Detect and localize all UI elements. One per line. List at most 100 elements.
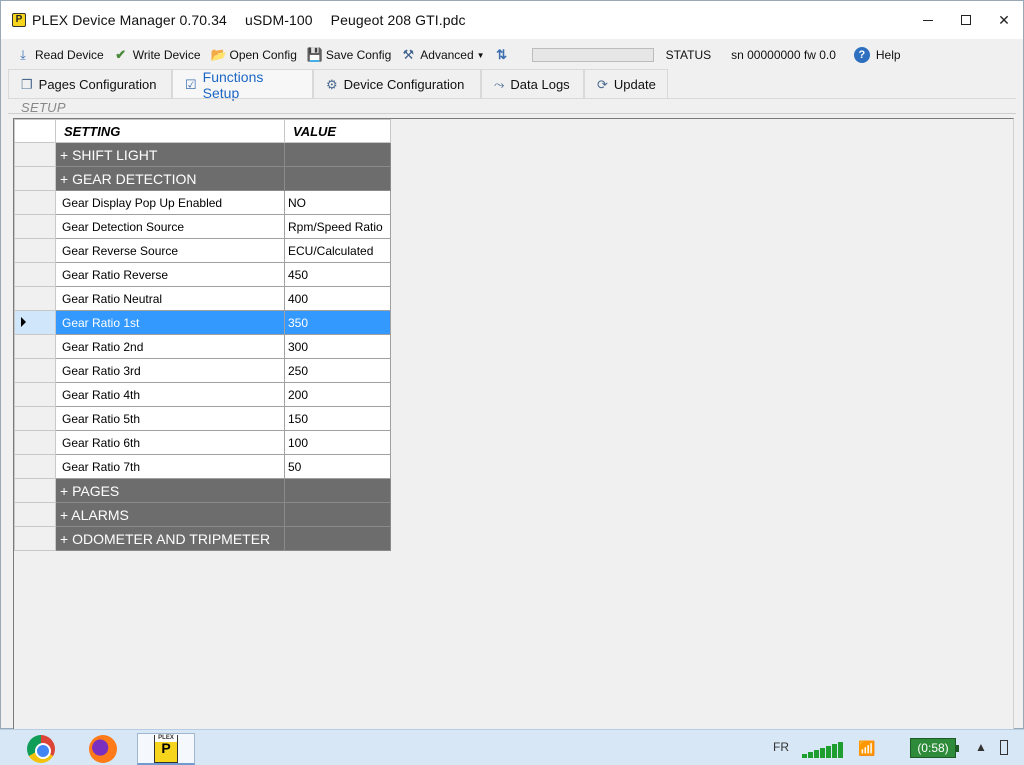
maximize-button[interactable] [947,1,985,39]
progress-bar [531,48,654,62]
row-header-cell[interactable] [14,430,56,455]
row-header-cell[interactable] [14,190,56,215]
group-expand-cell[interactable]: + ALARMS [55,502,285,527]
grid-group-row[interactable]: + SHIFT LIGHT [14,142,391,167]
setting-name-cell[interactable]: Gear Ratio 2nd [55,334,285,359]
setting-value-cell[interactable]: 200 [284,382,391,407]
setting-name-cell[interactable]: Gear Display Pop Up Enabled [55,190,285,215]
row-header-cell[interactable] [14,166,56,191]
grid-data-row[interactable]: Gear Ratio 3rd 250 [14,358,391,383]
setting-name-cell[interactable]: Gear Ratio 5th [55,406,285,431]
grid-group-row[interactable]: + ODOMETER AND TRIPMETER [14,526,391,551]
grid-data-row[interactable]: Gear Ratio Neutral 400 [14,286,391,311]
row-header-cell[interactable] [14,358,56,383]
column-header-value[interactable]: VALUE [284,119,391,143]
title-app-name: PLEX Device Manager 0.70.34 [32,12,227,28]
row-header-cell[interactable] [14,478,56,503]
mobile-signal-icon[interactable] [802,742,843,758]
row-header-cell[interactable] [14,310,56,335]
minimize-button[interactable] [909,1,947,39]
setting-value-cell[interactable]: 450 [284,262,391,287]
setting-name-cell[interactable]: Gear Reverse Source [55,238,285,263]
grid-group-row[interactable]: + PAGES [14,478,391,503]
row-header-cell[interactable] [14,238,56,263]
row-header-cell[interactable] [14,526,56,551]
download-icon: ⤓ [20,47,26,62]
plex-icon: PLEX P [154,734,178,763]
battery-icon[interactable] [1000,740,1008,755]
tab-update[interactable]: ⟳ Update [584,69,668,99]
setting-value-cell[interactable]: 100 [284,430,391,455]
help-button[interactable]: ? Help [853,47,901,63]
grid-data-row[interactable]: Gear Ratio 2nd 300 [14,334,391,359]
chrome-icon [27,735,55,763]
group-expand-cell[interactable]: + GEAR DETECTION [55,166,285,191]
setting-name-cell[interactable]: Gear Detection Source [55,214,285,239]
setting-name-cell[interactable]: Gear Ratio 4th [55,382,285,407]
grid-data-row[interactable]: Gear Ratio 6th 100 [14,430,391,455]
row-header-cell[interactable] [14,406,56,431]
write-device-button[interactable]: ✔ Write Device [114,47,200,63]
read-device-button[interactable]: ⤓ Read Device [16,47,104,63]
close-button[interactable]: ✕ [985,1,1023,39]
row-header-cell[interactable] [14,502,56,527]
show-hidden-icons-icon[interactable]: ▲ [975,740,987,754]
window-title: PLEX Device Manager 0.70.34 uSDM-100 Peu… [32,12,480,28]
row-header-cell[interactable] [14,334,56,359]
wireless-icon[interactable]: 📶 [858,740,875,757]
row-header-cell[interactable] [14,454,56,479]
setting-value-cell[interactable]: 150 [284,406,391,431]
setting-name-cell[interactable]: Gear Ratio Neutral [55,286,285,311]
tab-device-configuration[interactable]: ⚙ Device Configuration [313,69,481,99]
save-config-button[interactable]: 💾 Save Config [307,47,391,63]
row-header-cell[interactable] [14,214,56,239]
group-value-cell [284,166,391,191]
row-header-cell[interactable] [14,262,56,287]
title-device: uSDM-100 [244,12,313,28]
row-header-cell[interactable] [14,142,56,167]
setting-value-cell[interactable]: 50 [284,454,391,479]
setting-value-cell[interactable]: ECU/Calculated [284,238,391,263]
grid-group-row[interactable]: + ALARMS [14,502,391,527]
grid-data-row[interactable]: Gear Display Pop Up Enabled NO [14,190,391,215]
tab-functions-setup[interactable]: ☑ Functions Setup [172,69,313,101]
advanced-menu-button[interactable]: ⚒ Advanced ▼ [401,47,484,63]
setting-name-cell[interactable]: Gear Ratio Reverse [55,262,285,287]
grid-data-row[interactable]: Gear Ratio Reverse 450 [14,262,391,287]
grid-data-row[interactable]: Gear Detection Source Rpm/Speed Ratio [14,214,391,239]
setting-value-cell[interactable]: Rpm/Speed Ratio [284,214,391,239]
tab-pages-configuration[interactable]: ❐ Pages Configuration [8,69,172,99]
tab-data-logs[interactable]: ⤳ Data Logs [481,69,584,99]
grid-data-row[interactable]: Gear Ratio 4th 200 [14,382,391,407]
save-config-label: Save Config [325,48,392,62]
sync-button[interactable]: ⇅ [495,47,514,63]
open-config-label: Open Config [229,48,297,62]
setting-name-cell[interactable]: Gear Ratio 3rd [55,358,285,383]
plex-taskbar-button[interactable]: PLEX P [137,733,195,765]
setting-name-cell[interactable]: Gear Ratio 7th [55,454,285,479]
setting-value-cell[interactable]: NO [284,190,391,215]
grid-data-row[interactable]: Gear Ratio 1st 350 [14,310,391,335]
language-indicator[interactable]: FR [773,740,789,754]
checkbox-icon: ☑ [185,76,197,92]
chrome-taskbar-button[interactable] [16,733,66,765]
column-header-setting[interactable]: SETTING [55,119,285,143]
battery-indicator[interactable]: (0:58) [910,738,959,758]
grid-data-row[interactable]: Gear Ratio 7th 50 [14,454,391,479]
group-expand-cell[interactable]: + SHIFT LIGHT [55,142,285,167]
group-expand-cell[interactable]: + PAGES [55,478,285,503]
open-config-button[interactable]: 📂 Open Config [211,47,297,63]
setting-value-cell[interactable]: 400 [284,286,391,311]
setting-value-cell[interactable]: 250 [284,358,391,383]
row-header-cell[interactable] [14,286,56,311]
firefox-taskbar-button[interactable] [78,733,128,765]
setting-value-cell[interactable]: 350 [284,310,391,335]
row-header-cell[interactable] [14,382,56,407]
group-expand-cell[interactable]: + ODOMETER AND TRIPMETER [55,526,285,551]
setting-name-cell[interactable]: Gear Ratio 1st [55,310,285,335]
grid-data-row[interactable]: Gear Reverse Source ECU/Calculated [14,238,391,263]
grid-data-row[interactable]: Gear Ratio 5th 150 [14,406,391,431]
setting-value-cell[interactable]: 300 [284,334,391,359]
setting-name-cell[interactable]: Gear Ratio 6th [55,430,285,455]
grid-group-row[interactable]: + GEAR DETECTION [14,166,391,191]
